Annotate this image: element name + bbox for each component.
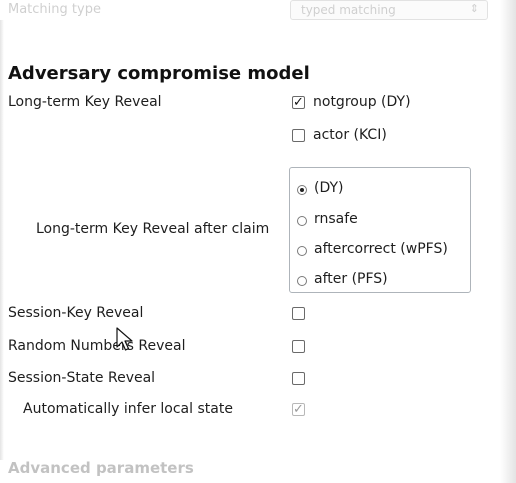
matching-type-label: Matching type xyxy=(8,2,101,17)
notgroup-label[interactable]: notgroup (DY) xyxy=(313,94,411,110)
session-key-reveal-label: Session-Key Reveal xyxy=(8,305,144,321)
left-edge-shadow xyxy=(0,20,4,460)
right-edge-shadow xyxy=(500,0,516,483)
lkr-after-claim-label: Long-term Key Reveal after claim xyxy=(36,221,270,237)
radio-rnsafe-label[interactable]: rnsafe xyxy=(314,211,358,227)
session-state-reveal-label: Session-State Reveal xyxy=(8,370,156,386)
matching-type-select[interactable]: typed matching ⇕ xyxy=(290,0,488,20)
session-state-reveal-checkbox[interactable] xyxy=(292,372,305,385)
radio-aftercorrect-label[interactable]: aftercorrect (wPFS) xyxy=(314,241,448,257)
radio-rnsafe[interactable] xyxy=(297,216,307,226)
auto-infer-local-state-label: Automatically infer local state xyxy=(23,401,233,417)
session-key-reveal-checkbox[interactable] xyxy=(292,307,305,320)
lkr-after-claim-radio-group: (DY) rnsafe aftercorrect (wPFS) after (P… xyxy=(289,167,471,293)
auto-infer-local-state-checkbox xyxy=(292,401,305,418)
adversary-settings-panel: Matching type typed matching ⇕ Adversary… xyxy=(0,0,516,483)
mouse-pointer-icon xyxy=(116,327,133,351)
matching-type-value: typed matching xyxy=(301,3,396,17)
combo-arrows-icon: ⇕ xyxy=(469,2,479,15)
radio-after-label[interactable]: after (PFS) xyxy=(314,271,388,287)
section-title: Adversary compromise model xyxy=(8,63,310,84)
actor-checkbox[interactable] xyxy=(292,129,305,142)
radio-after[interactable] xyxy=(297,276,307,286)
random-numbers-reveal-label: Random Numbers Reveal xyxy=(8,338,186,354)
matching-type-row: Matching type typed matching ⇕ xyxy=(0,0,516,26)
radio-dy-label[interactable]: (DY) xyxy=(314,180,344,196)
long-term-key-reveal-label: Long-term Key Reveal xyxy=(8,94,162,110)
random-numbers-reveal-checkbox[interactable] xyxy=(292,340,305,353)
advanced-parameters-title: Advanced parameters xyxy=(8,459,194,477)
notgroup-checkbox[interactable] xyxy=(292,94,305,111)
actor-label[interactable]: actor (KCI) xyxy=(313,127,387,143)
radio-aftercorrect[interactable] xyxy=(297,246,307,256)
radio-dy[interactable] xyxy=(297,185,307,195)
